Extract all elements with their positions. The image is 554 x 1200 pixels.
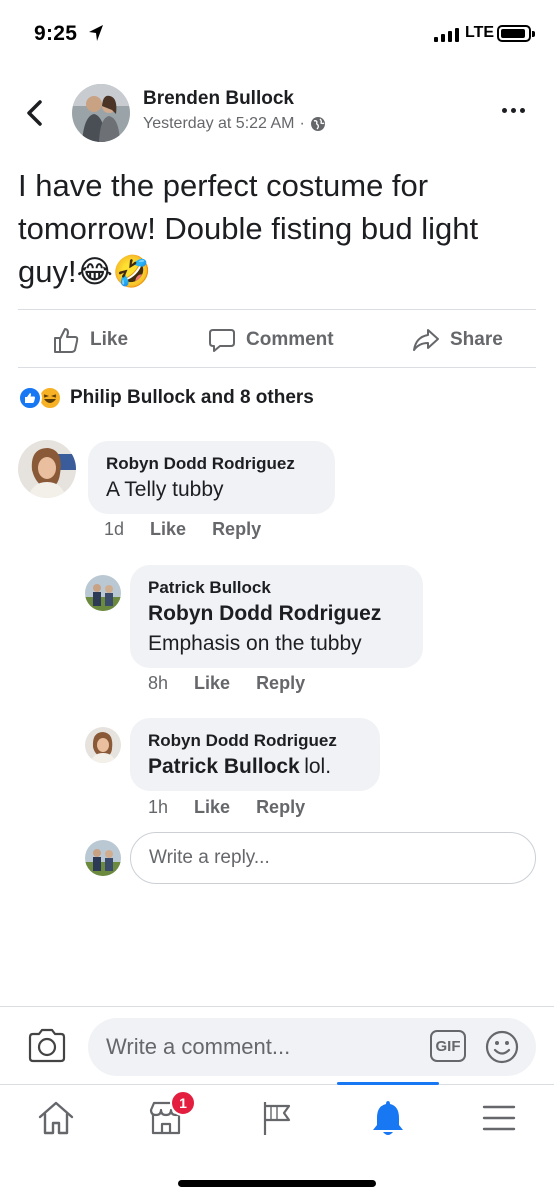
- comment-label: Comment: [246, 329, 334, 350]
- meta-separator: ·: [299, 115, 305, 132]
- reply-text: lol.: [304, 755, 332, 778]
- author-avatar[interactable]: [72, 84, 130, 142]
- thumbs-up-icon: [54, 328, 79, 353]
- like-label: Like: [90, 329, 129, 350]
- reply-time: 1h: [148, 797, 169, 817]
- share-icon: [413, 329, 439, 351]
- reply-tag[interactable]: Robyn Dodd Rodriguez: [148, 599, 405, 629]
- comment-placeholder: Write a comment...: [106, 1034, 291, 1059]
- network-label: LTE: [465, 24, 495, 41]
- reply-input[interactable]: Write a reply...: [130, 832, 536, 884]
- post-timestamp: Yesterday at 5:22 AM: [143, 115, 295, 132]
- divider: [0, 1006, 554, 1007]
- my-avatar: [85, 840, 121, 876]
- like-button[interactable]: Like: [52, 322, 128, 358]
- camera-icon[interactable]: [26, 1026, 68, 1066]
- divider: [18, 367, 536, 368]
- reply-reply-button[interactable]: Reply: [256, 673, 305, 694]
- signal-icon: [434, 28, 459, 42]
- replier-avatar[interactable]: [85, 575, 121, 611]
- reactions-text: Philip Bullock and 8 others: [70, 387, 314, 408]
- reply-reply-button[interactable]: Reply: [256, 797, 305, 818]
- home-indicator: [178, 1180, 376, 1187]
- reply-actions: 8h Like Reply: [148, 673, 305, 694]
- status-bar: 9:25 LTE: [0, 0, 554, 68]
- reply-tag[interactable]: Patrick Bullock: [148, 755, 300, 778]
- back-icon[interactable]: [20, 96, 50, 130]
- reply-bubble[interactable]: Patrick Bullock Robyn Dodd Rodriguez Emp…: [130, 565, 423, 668]
- reply-like-button[interactable]: Like: [194, 673, 230, 694]
- comment-reply-button[interactable]: Reply: [212, 519, 261, 540]
- post-meta: Yesterday at 5:22 AM ·: [143, 115, 326, 133]
- comment-icon: [209, 329, 235, 352]
- globe-icon: [310, 117, 325, 131]
- gif-button[interactable]: GIF: [430, 1030, 466, 1062]
- comment-text: A Telly tubby: [106, 478, 224, 501]
- reply-placeholder: Write a reply...: [149, 847, 270, 868]
- comment-bubble[interactable]: Robyn Dodd Rodriguez A Telly tubby: [88, 441, 335, 514]
- reply-bubble[interactable]: Robyn Dodd Rodriguez Patrick Bullock lol…: [130, 718, 380, 791]
- nav-divider: [0, 1084, 554, 1085]
- post-author[interactable]: Brenden Bullock: [143, 88, 294, 110]
- notifications-bell-icon[interactable]: [366, 1096, 410, 1140]
- reply-actions: 1h Like Reply: [148, 797, 305, 818]
- comment-button[interactable]: Comment: [208, 322, 334, 358]
- location-arrow-icon: [89, 25, 103, 41]
- nav-active-indicator: [337, 1082, 439, 1085]
- emoji-icon[interactable]: [484, 1029, 520, 1065]
- reply-text: Emphasis on the tubby: [148, 632, 362, 655]
- share-label: Share: [450, 329, 503, 350]
- reply-time: 8h: [148, 673, 169, 693]
- divider: [18, 309, 536, 310]
- status-time: 9:25: [34, 22, 78, 45]
- share-button[interactable]: Share: [412, 322, 503, 358]
- reactions-summary[interactable]: Philip Bullock and 8 others: [18, 386, 314, 410]
- like-reaction-icon: [18, 386, 42, 410]
- battery-icon: [497, 25, 535, 42]
- reply-author[interactable]: Patrick Bullock: [148, 577, 405, 599]
- more-options-icon[interactable]: [502, 108, 525, 113]
- comment-like-button[interactable]: Like: [150, 519, 186, 540]
- home-icon[interactable]: [34, 1096, 78, 1140]
- pages-flag-icon[interactable]: [256, 1096, 300, 1140]
- reply-like-button[interactable]: Like: [194, 797, 230, 818]
- notification-badge: 1: [170, 1090, 196, 1116]
- comment-time: 1d: [104, 519, 125, 539]
- reply-author[interactable]: Robyn Dodd Rodriguez: [148, 730, 362, 752]
- replier-avatar[interactable]: [85, 727, 121, 763]
- comment-author[interactable]: Robyn Dodd Rodriguez: [106, 453, 317, 475]
- commenter-avatar[interactable]: [18, 440, 76, 498]
- post-text: I have the perfect costume for tomorrow!…: [18, 168, 479, 289]
- comment-input[interactable]: Write a comment...: [88, 1018, 536, 1076]
- comment-actions: 1d Like Reply: [104, 519, 261, 540]
- menu-icon[interactable]: [477, 1096, 521, 1140]
